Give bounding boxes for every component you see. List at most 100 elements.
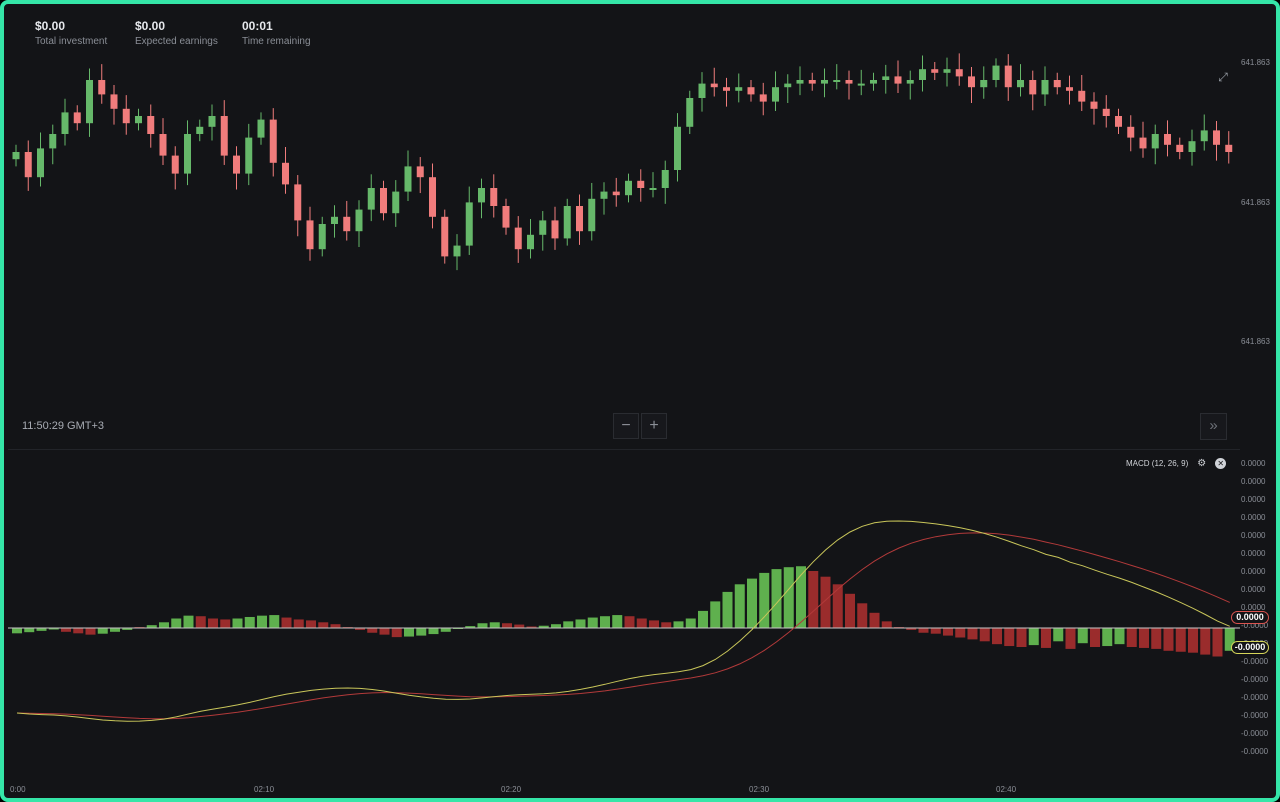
macd-histogram-bar (979, 628, 990, 642)
macd-axis-label: 0.0000 (1241, 567, 1266, 576)
macd-histogram-bar (1065, 628, 1076, 649)
macd-histogram-bar (1114, 628, 1125, 645)
macd-histogram-bar (649, 620, 659, 628)
macd-axis-label: -0.0000 (1241, 657, 1269, 666)
macd-histogram-bar (624, 616, 635, 628)
macd-axis-label: 0.0000 (1241, 513, 1266, 522)
macd-histogram-bar (1053, 628, 1064, 642)
macd-histogram-bar (600, 616, 610, 628)
macd-histogram-bar (330, 624, 341, 628)
time-axis-label: 0:00 (10, 785, 26, 794)
macd-histogram-bar (514, 624, 525, 628)
macd-histogram-bar (698, 610, 708, 628)
macd-histogram-bar (636, 618, 647, 628)
macd-histogram-bar (416, 628, 427, 636)
macd-histogram-bar (24, 628, 35, 633)
macd-histogram-bar (551, 624, 561, 628)
macd-histogram-bar (808, 571, 819, 628)
macd-histogram-bar (1200, 628, 1211, 655)
macd-histogram-bar (257, 615, 267, 628)
macd-histogram-bar (1041, 628, 1051, 648)
time-axis-label: 02:10 (254, 785, 275, 794)
macd-histogram-bar (759, 572, 770, 628)
macd-histogram-bar (685, 618, 696, 628)
macd-histogram-bar (869, 612, 880, 628)
macd-histogram-bar (710, 601, 721, 628)
macd-histogram-bar (943, 628, 953, 636)
macd-histogram-bar (575, 619, 586, 628)
macd-axis-label: -0.0000 (1241, 711, 1269, 720)
macd-value-badge: -0.0000 (1231, 641, 1269, 654)
signal-value-badge: 0.0000 (1231, 611, 1269, 624)
macd-axis-label: -0.0000 (1241, 693, 1269, 702)
macd-axis-label: -0.0000 (1241, 747, 1269, 756)
macd-histogram-bar (1077, 628, 1088, 644)
macd-histogram-bar (367, 628, 378, 633)
macd-histogram-bar (1126, 628, 1137, 647)
macd-axis-label: 0.0000 (1241, 477, 1266, 486)
macd-histogram-bar (183, 615, 194, 628)
macd-histogram-bar (489, 622, 500, 628)
macd-histogram-bar (881, 621, 892, 628)
macd-histogram-bar (563, 621, 574, 628)
macd-histogram-bar (587, 617, 598, 628)
time-axis-label: 02:30 (749, 785, 770, 794)
macd-axis-label: -0.0000 (1241, 729, 1269, 738)
macd-histogram-bar (1016, 628, 1027, 647)
macd-histogram-bar (1175, 628, 1186, 652)
macd-histogram-bar (673, 621, 684, 628)
macd-histogram-bar (1163, 628, 1174, 651)
macd-histogram-bar (73, 628, 84, 634)
macd-histogram-bar (440, 628, 451, 632)
macd-axis-label: 0.0000 (1241, 495, 1266, 504)
macd-histogram-bar (477, 623, 488, 628)
macd-histogram-bar (1102, 628, 1113, 647)
macd-histogram-bar (232, 618, 243, 628)
macd-histogram-bar (1139, 628, 1149, 648)
macd-histogram-bar (918, 628, 929, 633)
macd-histogram-bar (857, 603, 868, 628)
macd-axis-label: 0.0000 (1241, 585, 1266, 594)
macd-histogram-bar (195, 616, 206, 628)
macd-histogram-bar (61, 628, 71, 632)
macd-histogram-bar (391, 628, 402, 638)
time-axis-label: 02:40 (996, 785, 1017, 794)
macd-histogram-bar (208, 618, 218, 628)
macd-histogram-bar (171, 618, 182, 628)
macd-axis-label: -0.0000 (1241, 675, 1269, 684)
macd-histogram-bar (783, 567, 794, 628)
macd-histogram-bar (318, 622, 329, 628)
macd-histogram-bar (293, 619, 304, 628)
macd-histogram-bar (1212, 628, 1223, 657)
macd-chart[interactable] (4, 4, 1280, 802)
macd-histogram-bar (502, 623, 512, 628)
macd-histogram-bar (379, 628, 390, 635)
macd-histogram-bar (306, 620, 316, 628)
macd-histogram-bar (159, 622, 169, 628)
macd-histogram-bar (1028, 628, 1039, 646)
macd-histogram-bar (992, 628, 1002, 645)
macd-histogram-bar (747, 578, 757, 628)
macd-histogram-bar (220, 619, 231, 628)
macd-histogram-bar (1188, 628, 1198, 653)
macd-histogram-bar (12, 628, 22, 634)
macd-histogram-bar (661, 622, 672, 628)
macd-histogram-bar (722, 591, 733, 628)
macd-histogram-bar (734, 584, 745, 628)
macd-histogram-bar (612, 615, 623, 628)
macd-histogram-bar (1090, 628, 1100, 647)
macd-histogram-bar (244, 616, 255, 628)
macd-histogram-bar (428, 628, 439, 635)
trading-frame: $0.00 Total investment $0.00 Expected ea… (0, 0, 1280, 802)
macd-histogram-bar (845, 593, 855, 628)
macd-histogram-bar (1004, 628, 1015, 647)
macd-histogram-bar (85, 628, 96, 635)
macd-histogram-bar (281, 617, 292, 628)
macd-axis-label: 0.0000 (1241, 531, 1266, 540)
macd-histogram-bar (832, 584, 843, 628)
macd-axis-label: 0.0000 (1241, 459, 1266, 468)
time-axis-label: 02:20 (501, 785, 522, 794)
macd-histogram-bar (110, 628, 120, 632)
macd-axis-label: 0.0000 (1241, 549, 1266, 558)
macd-histogram-bar (97, 628, 108, 634)
